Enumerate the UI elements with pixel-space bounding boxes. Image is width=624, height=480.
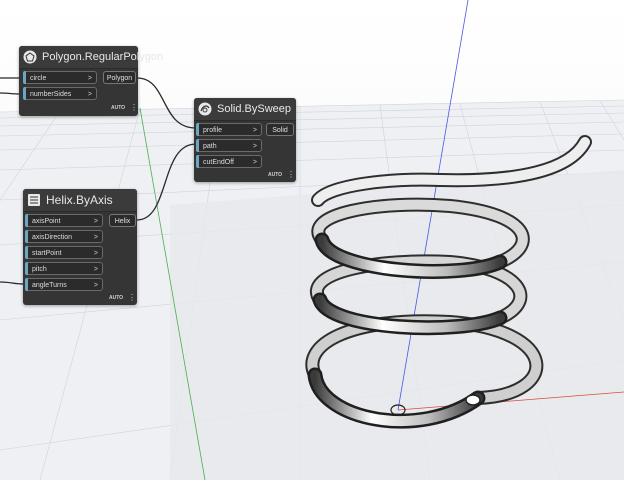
output-port-polygon[interactable]: Polygon xyxy=(103,71,136,84)
chevron-right-icon: > xyxy=(252,127,257,134)
lacing-label[interactable]: AUTO xyxy=(109,295,123,301)
input-port-axisdirection[interactable]: axisDirection > xyxy=(25,230,103,243)
chevron-right-icon: > xyxy=(93,266,98,273)
port-accent-bar xyxy=(25,262,28,275)
port-label: pitch xyxy=(32,266,47,273)
port-label: circle xyxy=(30,75,47,82)
port-label: angleTurns xyxy=(32,282,67,289)
port-accent-bar xyxy=(23,71,26,84)
port-accent-bar xyxy=(25,278,28,291)
node-menu-icon[interactable]: ⋮ xyxy=(287,171,295,179)
chevron-right-icon: > xyxy=(252,143,257,150)
chevron-right-icon: > xyxy=(87,91,92,98)
port-accent-bar xyxy=(23,87,26,100)
lacing-label[interactable]: AUTO xyxy=(268,172,282,178)
helix-icon xyxy=(27,193,41,207)
port-label: numberSides xyxy=(30,91,72,98)
node-menu-icon[interactable]: ⋮ xyxy=(128,294,136,302)
port-accent-bar xyxy=(25,246,28,259)
node-solid-bysweep[interactable]: Solid.BySweep profile > path > cutEndOff… xyxy=(194,98,296,182)
chevron-right-icon: > xyxy=(93,218,98,225)
input-port-cutendoff[interactable]: cutEndOff > xyxy=(196,155,262,168)
input-port-angleturns[interactable]: angleTurns > xyxy=(25,278,103,291)
output-port-solid[interactable]: Solid xyxy=(266,123,294,136)
port-label: cutEndOff xyxy=(203,159,235,166)
node-helix-byaxis[interactable]: Helix.ByAxis axisPoint > axisDirection >… xyxy=(23,189,137,305)
port-label: axisDirection xyxy=(32,234,73,241)
input-port-circle[interactable]: circle > xyxy=(23,71,97,84)
node-title: Helix.ByAxis xyxy=(46,193,113,207)
port-label: startPoint xyxy=(32,250,62,257)
chevron-right-icon: > xyxy=(93,250,98,257)
port-accent-bar xyxy=(196,123,199,136)
node-title: Polygon.RegularPolygon xyxy=(42,51,164,63)
port-accent-bar xyxy=(196,139,199,152)
node-polygon-regularpolygon[interactable]: Polygon.RegularPolygon circle > numberSi… xyxy=(19,46,163,116)
node-header[interactable]: Polygon.RegularPolygon xyxy=(19,46,163,69)
node-menu-icon[interactable]: ⋮ xyxy=(130,104,138,112)
input-port-axispoint[interactable]: axisPoint > xyxy=(25,214,103,227)
port-label: axisPoint xyxy=(32,218,61,225)
node-header[interactable]: Helix.ByAxis xyxy=(23,189,137,212)
input-port-startpoint[interactable]: startPoint > xyxy=(25,246,103,259)
chevron-right-icon: > xyxy=(93,234,98,241)
lacing-label[interactable]: AUTO xyxy=(111,105,125,111)
sweep-icon xyxy=(198,102,212,116)
port-accent-bar xyxy=(25,230,28,243)
chevron-right-icon: > xyxy=(93,282,98,289)
input-port-numbersides[interactable]: numberSides > xyxy=(23,87,97,100)
port-accent-bar xyxy=(196,155,199,168)
input-port-pitch[interactable]: pitch > xyxy=(25,262,103,275)
chevron-right-icon: > xyxy=(87,75,92,82)
node-header[interactable]: Solid.BySweep xyxy=(194,98,296,121)
node-title: Solid.BySweep xyxy=(217,103,291,115)
output-port-helix[interactable]: Helix xyxy=(109,214,136,227)
port-accent-bar xyxy=(25,214,28,227)
chevron-right-icon: > xyxy=(252,159,257,166)
input-port-path[interactable]: path > xyxy=(196,139,262,152)
port-label: path xyxy=(203,143,217,150)
input-port-profile[interactable]: profile > xyxy=(196,123,262,136)
port-label: profile xyxy=(203,127,223,134)
polygon-icon xyxy=(23,50,37,64)
